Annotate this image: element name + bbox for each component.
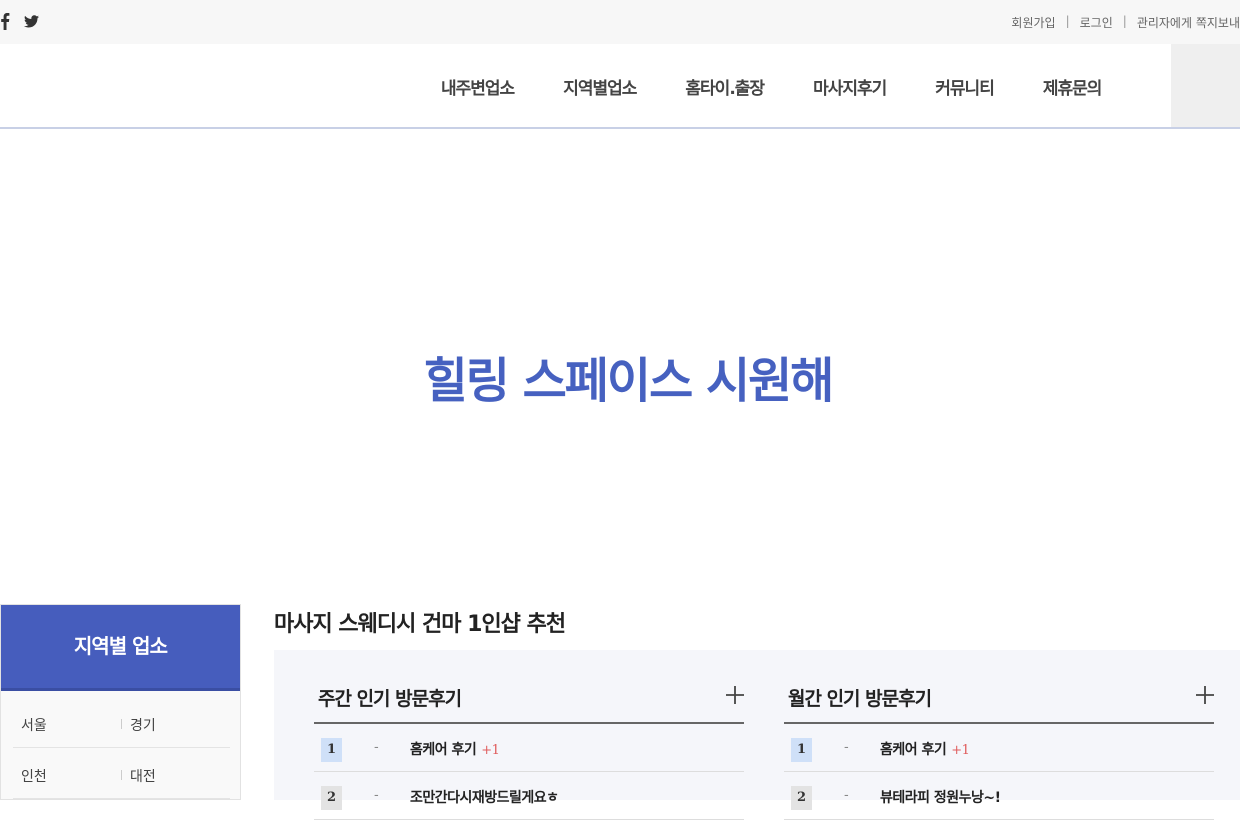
hero-banner: 힐링 스페이스 시원해 [0,129,1240,604]
comment-count: +1 [951,743,970,758]
rank-change: - [374,788,379,803]
comment-count: +1 [481,743,500,758]
social-links [0,12,39,30]
weekly-header: 주간 인기 방문후기 [314,650,744,724]
main-nav: 내주변업소 지역별업소 홈타이.출장 마사지후기 커뮤니티 제휴문의 [0,44,1240,129]
separator: | [1065,14,1070,28]
separator: | [1122,14,1127,28]
region-incheon[interactable]: 인천 [21,766,47,786]
plus-icon[interactable] [724,684,746,706]
review-title: 홈케어 후기 [410,742,477,758]
region-sidebar: 지역별 업소 서울 경기 인천 대전 [0,604,241,800]
region-gyeonggi[interactable]: 경기 [130,715,156,735]
review-title: 홈케어 후기 [880,742,947,758]
list-item: 인천 대전 [13,748,230,799]
divider [121,770,122,780]
review-link[interactable]: 홈케어 후기 +1 [410,739,500,759]
table-row[interactable]: 1 - 홈케어 후기 +1 [314,724,744,772]
review-link[interactable]: 뷰테라피 정원누낭~! [880,787,1006,807]
list-item: 서울 경기 [13,697,230,748]
facebook-icon[interactable] [0,12,10,30]
weekly-reviews: 주간 인기 방문후기 1 - 홈케어 후기 +1 2 - 조만간다시재방드릴게요ㅎ [314,650,744,820]
review-link[interactable]: 조만간다시재방드릴게요ㅎ [410,787,564,807]
rank-badge: 2 [321,786,342,810]
monthly-title: 월간 인기 방문후기 [788,688,932,710]
review-title: 조만간다시재방드릴게요ㅎ [410,790,559,806]
reviews-panel: 주간 인기 방문후기 1 - 홈케어 후기 +1 2 - 조만간다시재방드릴게요ㅎ… [274,650,1240,820]
hero-title: 힐링 스페이스 시원해 [423,353,835,409]
region-daejeon[interactable]: 대전 [130,766,156,786]
nav-menu: 내주변업소 지역별업소 홈타이.출장 마사지후기 커뮤니티 제휴문의 [441,74,1150,99]
monthly-header: 월간 인기 방문후기 [784,650,1214,724]
nav-item-partnership[interactable]: 제휴문의 [1043,74,1103,99]
nav-item-reviews[interactable]: 마사지후기 [813,74,887,99]
review-title: 뷰테라피 정원누낭~! [880,790,1001,806]
monthly-reviews: 월간 인기 방문후기 1 - 홈케어 후기 +1 2 - 뷰테라피 정원누낭~! [784,650,1214,820]
rank-badge: 1 [791,738,812,762]
table-row[interactable]: 1 - 홈케어 후기 +1 [784,724,1214,772]
message-admin-link[interactable]: 관리자에게 쪽지보내 [1137,14,1240,31]
sidebar-title: 지역별 업소 [1,605,240,691]
section-title: 마사지 스웨디시 건마 1인샵 추천 [274,612,566,637]
rank-badge: 2 [791,786,812,810]
divider [121,719,122,729]
login-link[interactable]: 로그인 [1080,14,1113,31]
weekly-title: 주간 인기 방문후기 [318,688,462,710]
top-bar: 회원가입 | 로그인 | 관리자에게 쪽지보내 [0,0,1240,44]
nav-item-community[interactable]: 커뮤니티 [935,74,995,99]
plus-icon[interactable] [1194,684,1216,706]
region-seoul[interactable]: 서울 [21,715,47,735]
rank-badge: 1 [321,738,342,762]
rank-change: - [374,740,379,755]
rank-change: - [844,740,849,755]
nav-item-region[interactable]: 지역별업소 [563,74,637,99]
table-row[interactable]: 2 - 조만간다시재방드릴게요ㅎ [314,772,744,820]
nav-item-nearby[interactable]: 내주변업소 [441,74,515,99]
review-link[interactable]: 홈케어 후기 +1 [880,739,970,759]
table-row[interactable]: 2 - 뷰테라피 정원누낭~! [784,772,1214,820]
nav-item-hometai[interactable]: 홈타이.출장 [685,74,765,99]
rank-change: - [844,788,849,803]
signup-link[interactable]: 회원가입 [1011,14,1055,31]
top-links: 회원가입 | 로그인 | 관리자에게 쪽지보내 [1011,14,1240,31]
nav-menu-toggle[interactable] [1171,44,1240,127]
twitter-icon[interactable] [24,14,39,28]
